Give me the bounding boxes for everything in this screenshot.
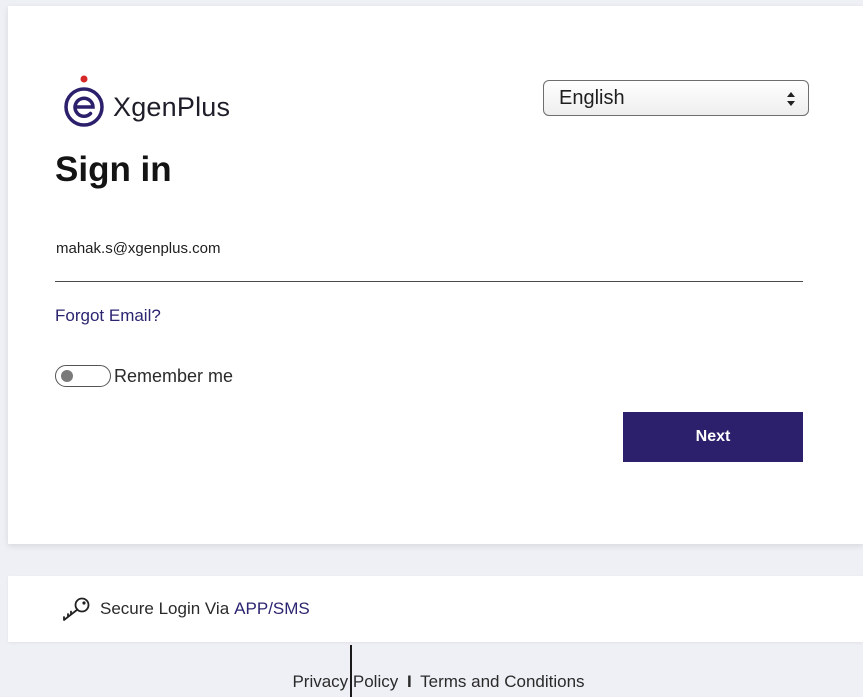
email-field[interactable]: [55, 230, 803, 282]
brand-logo: XgenPlus: [63, 74, 230, 130]
app-sms-link[interactable]: APP/SMS: [234, 599, 310, 619]
privacy-policy-link[interactable]: Privacy Policy: [292, 672, 398, 691]
footer-separator: I: [406, 672, 412, 691]
brand-name: XgenPlus: [113, 91, 231, 122]
remember-me-label: Remember me: [114, 365, 234, 386]
xgenplus-e-logo-icon: [64, 75, 104, 127]
terms-link[interactable]: Terms and Conditions: [420, 672, 584, 691]
remember-me-toggle[interactable]: Remember me: [55, 365, 233, 387]
next-button[interactable]: Next: [623, 412, 803, 462]
page-title: Sign in: [55, 150, 172, 189]
text-cursor: [350, 645, 352, 697]
footer: Privacy Policy I Terms and Conditions: [0, 672, 863, 692]
secure-login-text: Secure Login Via: [100, 599, 230, 618]
toggle-knob: [61, 370, 73, 382]
toggle-switch[interactable]: [55, 365, 111, 387]
secure-login-row: Secure Login Via APP/SMS: [60, 596, 310, 622]
secure-login-bar: Secure Login Via APP/SMS: [8, 576, 863, 642]
language-select-value: English: [559, 86, 625, 109]
key-icon: [63, 597, 90, 621]
forgot-email-link[interactable]: Forgot Email?: [55, 306, 161, 326]
chevron-up-down-icon: [787, 92, 795, 106]
language-select[interactable]: English: [543, 80, 809, 116]
